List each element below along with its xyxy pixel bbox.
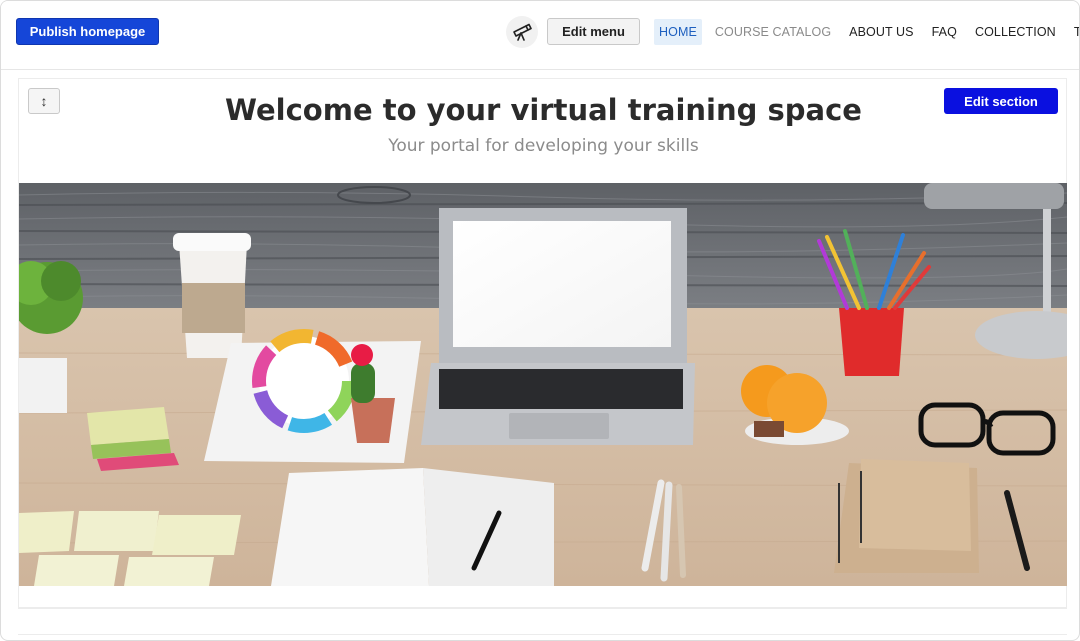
telescope-icon bbox=[513, 23, 532, 41]
nav-item-home[interactable]: HOME bbox=[654, 19, 702, 45]
section-divider bbox=[18, 608, 1067, 609]
app-frame: Publish homepage Edit menu HOME COURSE C… bbox=[0, 0, 1080, 641]
page-subtitle: Your portal for developing your skills bbox=[388, 136, 699, 156]
nav-item-collection[interactable]: COLLECTION bbox=[970, 19, 1061, 45]
desk-workspace-illustration bbox=[19, 183, 1067, 586]
nav-item-about-us[interactable]: ABOUT US bbox=[844, 19, 918, 45]
nav-item-test-2[interactable]: TEST 2 bbox=[1069, 19, 1079, 45]
hero-section: ↕ Edit section Welcome to your virtual t… bbox=[18, 78, 1067, 608]
nav-item-faq[interactable]: FAQ bbox=[927, 19, 962, 45]
main-nav: HOME COURSE CATALOG ABOUT US FAQ COLLECT… bbox=[654, 19, 1079, 45]
preview-button[interactable] bbox=[506, 16, 538, 48]
publish-homepage-button[interactable]: Publish homepage bbox=[16, 18, 159, 45]
hero-image bbox=[19, 183, 1067, 586]
top-toolbar: Publish homepage Edit menu HOME COURSE C… bbox=[1, 1, 1079, 70]
page-title: Welcome to your virtual training space bbox=[225, 93, 862, 127]
edit-menu-button[interactable]: Edit menu bbox=[547, 18, 640, 45]
nav-item-course-catalog[interactable]: COURSE CATALOG bbox=[710, 19, 836, 45]
section-divider-bottom bbox=[18, 634, 1067, 635]
